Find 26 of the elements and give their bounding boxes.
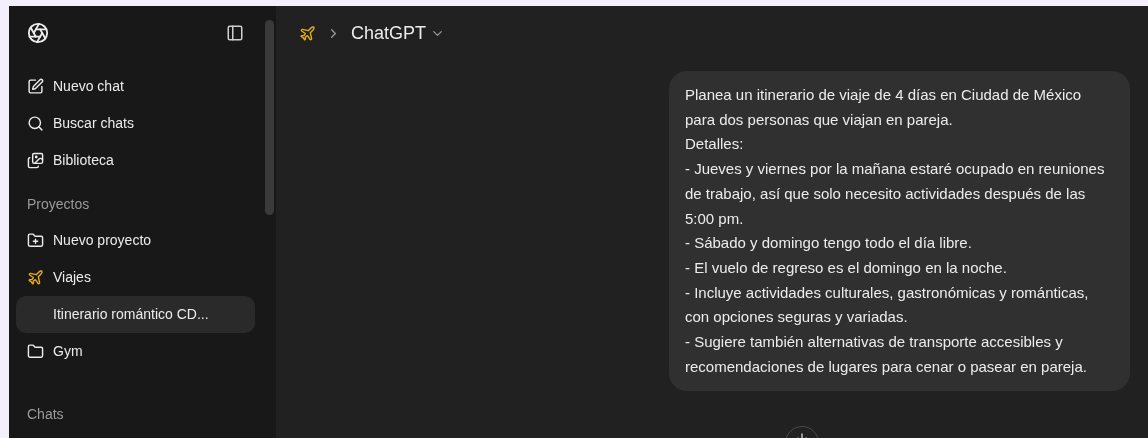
section-heading: Chats bbox=[26, 405, 65, 424]
message-text: - Jueves y viernes por la mañana estaré ocupado en reuniones de trabajo, así que solo necesito actividades después de las 5:00 pm. bbox=[685, 159, 1106, 229]
project-item[interactable]: Gym bbox=[16, 333, 255, 370]
nav-item[interactable]: Buscar chats bbox=[53, 113, 134, 134]
model-selector[interactable]: ChatGPT bbox=[351, 19, 446, 47]
edit-icon bbox=[27, 78, 44, 95]
project-item[interactable]: Viajes bbox=[16, 259, 255, 296]
nav-item[interactable]: Biblioteca bbox=[53, 150, 114, 171]
message-text: - Sugiere también alternativas de transporte accesibles y recomendaciones de lugares para cenar o pasear en pareja. bbox=[685, 332, 1088, 377]
sidebar-toggle-icon[interactable] bbox=[226, 24, 244, 42]
message-text: - Sábado y domingo tengo todo el día libre. bbox=[685, 233, 973, 254]
nav-item[interactable]: Nuevo chat bbox=[53, 76, 124, 97]
message-text: Detalles: bbox=[685, 134, 745, 155]
message-text: Planea un itinerario de viaje de 4 días en Ciudad de México para dos personas que viajan en pareja. bbox=[685, 85, 1083, 130]
search-icon bbox=[27, 115, 44, 132]
plane-icon bbox=[299, 24, 316, 42]
chat-item[interactable]: Itinerario romántico CD... bbox=[16, 296, 255, 333]
section-heading: Proyectos bbox=[26, 195, 91, 214]
project-item[interactable]: Nuevo proyecto bbox=[16, 222, 255, 259]
logo-icon bbox=[27, 22, 49, 44]
folder-plus-icon bbox=[27, 232, 44, 249]
images-icon bbox=[27, 152, 44, 169]
message-text: - Incluye actividades culturales, gastronómicas y románticas, con opciones seguras y variadas. bbox=[685, 282, 1090, 328]
message-text: - El vuelo de regreso es el domingo en la noche. bbox=[685, 257, 1008, 278]
scrollbar-thumb[interactable] bbox=[264, 20, 274, 215]
folder-icon bbox=[27, 343, 44, 360]
